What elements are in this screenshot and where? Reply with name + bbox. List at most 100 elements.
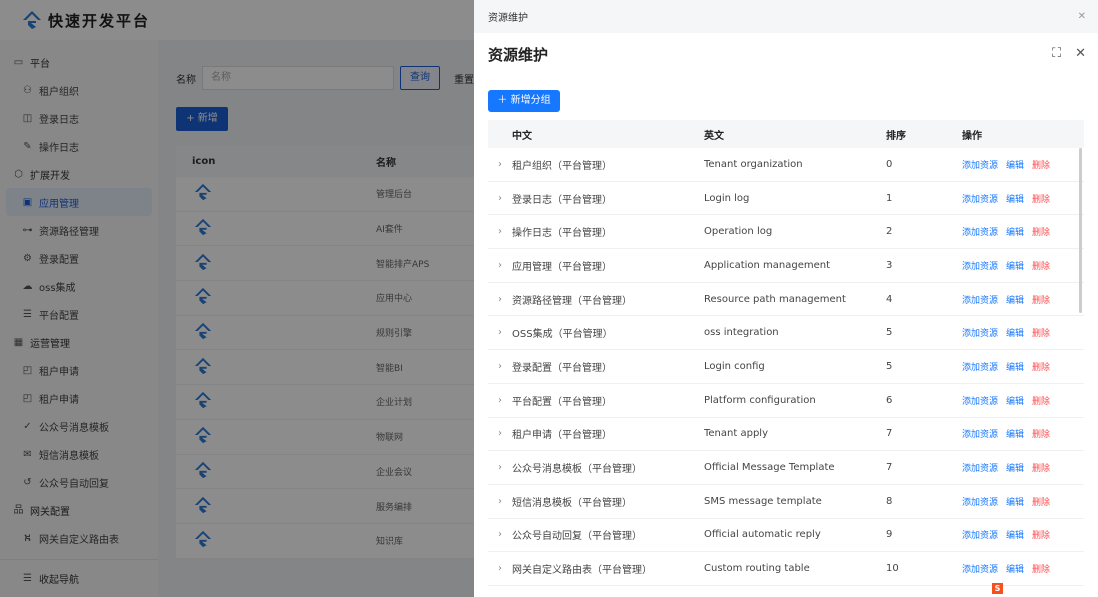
add-group-button[interactable]: ＋ 新增分组 [488,90,560,112]
add-resource-link[interactable]: 添加资源 [962,225,998,238]
col-en: 英文 [704,130,724,142]
edit-link[interactable]: 编辑 [1006,192,1024,205]
cell-zh: 网关自定义路由表（平台管理） [512,565,652,577]
add-resource-link[interactable]: 添加资源 [962,528,998,541]
delete-link[interactable]: 删除 [1032,293,1050,306]
cell-zh: 资源路径管理（平台管理） [512,295,632,307]
edit-link[interactable]: 编辑 [1006,495,1024,508]
expand-chevron-icon[interactable]: › [488,226,512,237]
table-header: 中文 英文 排序 操作 [488,120,1084,148]
add-resource-link[interactable]: 添加资源 [962,326,998,339]
add-group-label: 新增分组 [510,95,551,106]
cell-en: Operation log [704,226,773,238]
delete-link[interactable]: 删除 [1032,562,1050,575]
edit-link[interactable]: 编辑 [1006,394,1024,407]
table-row: › 公众号自动回复（平台管理） Official automatic reply… [488,519,1084,553]
cell-zh: 应用管理（平台管理） [512,261,612,273]
cell-en: oss integration [704,327,779,339]
table-row: › 租户申请（平台管理） Tenant apply 7 添加资源 编辑 删除 [488,418,1084,452]
cell-zh: 租户申请（平台管理） [512,430,612,442]
expand-chevron-icon[interactable]: › [488,361,512,372]
table-row: › OSS集成（平台管理） oss integration 5 添加资源 编辑 删除 [488,316,1084,351]
fullscreen-icon[interactable]: ⛶ [1052,46,1061,61]
cell-zh: 操作日志（平台管理） [512,228,612,240]
expand-chevron-icon[interactable]: › [488,395,512,406]
expand-chevron-icon[interactable]: › [488,159,512,170]
cell-en: Tenant organization [704,158,803,170]
add-resource-link[interactable]: 添加资源 [962,293,998,306]
delete-link[interactable]: 删除 [1032,259,1050,272]
expand-chevron-icon[interactable]: › [488,260,512,271]
cell-sort: 8 [886,495,893,507]
table-row: › 操作日志（平台管理） Operation log 2 添加资源 编辑 删除 [488,215,1084,250]
add-resource-link[interactable]: 添加资源 [962,192,998,205]
cell-sort: 5 [886,327,893,339]
edit-link[interactable]: 编辑 [1006,225,1024,238]
add-resource-link[interactable]: 添加资源 [962,427,998,440]
close-icon[interactable]: ✕ [1075,46,1086,61]
expand-chevron-icon[interactable]: › [488,327,512,338]
cell-sort: 2 [886,226,893,238]
delete-link[interactable]: 删除 [1032,461,1050,474]
drawer-title: 资源维护 [488,46,549,64]
cell-en: Application management [704,259,831,271]
table-row: › 应用管理（平台管理） Application management 3 添加… [488,249,1084,283]
delete-link[interactable]: 删除 [1032,394,1050,407]
ime-icon: S [992,583,1003,594]
resource-drawer: 资源维护 ✕ 资源维护 ⛶ ✕ ＋ 新增分组 中文 英文 排序 操作 › 租户组织… [474,0,1098,597]
table-row: › 网关自定义路由表（平台管理） Custom routing table 10… [488,552,1084,586]
edit-link[interactable]: 编辑 [1006,528,1024,541]
table-row: › 短信消息模板（平台管理） SMS message template 8 添加… [488,485,1084,519]
cell-zh: 公众号消息模板（平台管理） [512,464,642,476]
expand-chevron-icon[interactable]: › [488,462,512,473]
drawer-tab-title: 资源维护 [488,13,528,24]
scrollbar[interactable] [1079,148,1082,313]
cell-zh: OSS集成（平台管理） [512,329,613,341]
tab-close-icon[interactable]: ✕ [1078,11,1086,22]
cell-en: SMS message template [704,495,822,507]
edit-link[interactable]: 编辑 [1006,259,1024,272]
expand-chevron-icon[interactable]: › [488,428,512,439]
edit-link[interactable]: 编辑 [1006,158,1024,171]
edit-link[interactable]: 编辑 [1006,360,1024,373]
delete-link[interactable]: 删除 [1032,225,1050,238]
cell-en: Login log [704,192,750,204]
add-resource-link[interactable]: 添加资源 [962,461,998,474]
cell-sort: 0 [886,158,893,170]
expand-chevron-icon[interactable]: › [488,563,512,574]
add-resource-link[interactable]: 添加资源 [962,259,998,272]
cell-sort: 1 [886,192,893,204]
cell-zh: 公众号自动回复（平台管理） [512,531,642,543]
cell-zh: 登录配置（平台管理） [512,362,612,374]
add-resource-link[interactable]: 添加资源 [962,495,998,508]
cell-sort: 9 [886,529,893,541]
cell-en: Custom routing table [704,563,810,575]
edit-link[interactable]: 编辑 [1006,326,1024,339]
edit-link[interactable]: 编辑 [1006,427,1024,440]
table-row: › 租户组织（平台管理） Tenant organization 0 添加资源编… [488,148,1084,182]
add-resource-link[interactable]: 添加资源 [962,394,998,407]
expand-chevron-icon[interactable]: › [488,294,512,305]
delete-link[interactable]: 删除 [1032,495,1050,508]
delete-link[interactable]: 删除 [1032,158,1050,171]
delete-link[interactable]: 删除 [1032,360,1050,373]
cell-sort: 7 [886,428,893,440]
edit-link[interactable]: 编辑 [1006,461,1024,474]
cell-en: Login config [704,360,765,372]
delete-link[interactable]: 删除 [1032,192,1050,205]
add-resource-link[interactable]: 添加资源 [962,158,998,171]
cell-sort: 3 [886,259,893,271]
delete-link[interactable]: 删除 [1032,528,1050,541]
delete-link[interactable]: 删除 [1032,326,1050,339]
edit-link[interactable]: 编辑 [1006,562,1024,575]
cell-sort: 6 [886,394,893,406]
add-resource-link[interactable]: 添加资源 [962,562,998,575]
edit-link[interactable]: 编辑 [1006,293,1024,306]
expand-chevron-icon[interactable]: › [488,193,512,204]
expand-chevron-icon[interactable]: › [488,529,512,540]
cell-zh: 短信消息模板（平台管理） [512,497,632,509]
add-resource-link[interactable]: 添加资源 [962,360,998,373]
delete-link[interactable]: 删除 [1032,427,1050,440]
expand-chevron-icon[interactable]: › [488,496,512,507]
cell-en: Official Message Template [704,462,835,474]
